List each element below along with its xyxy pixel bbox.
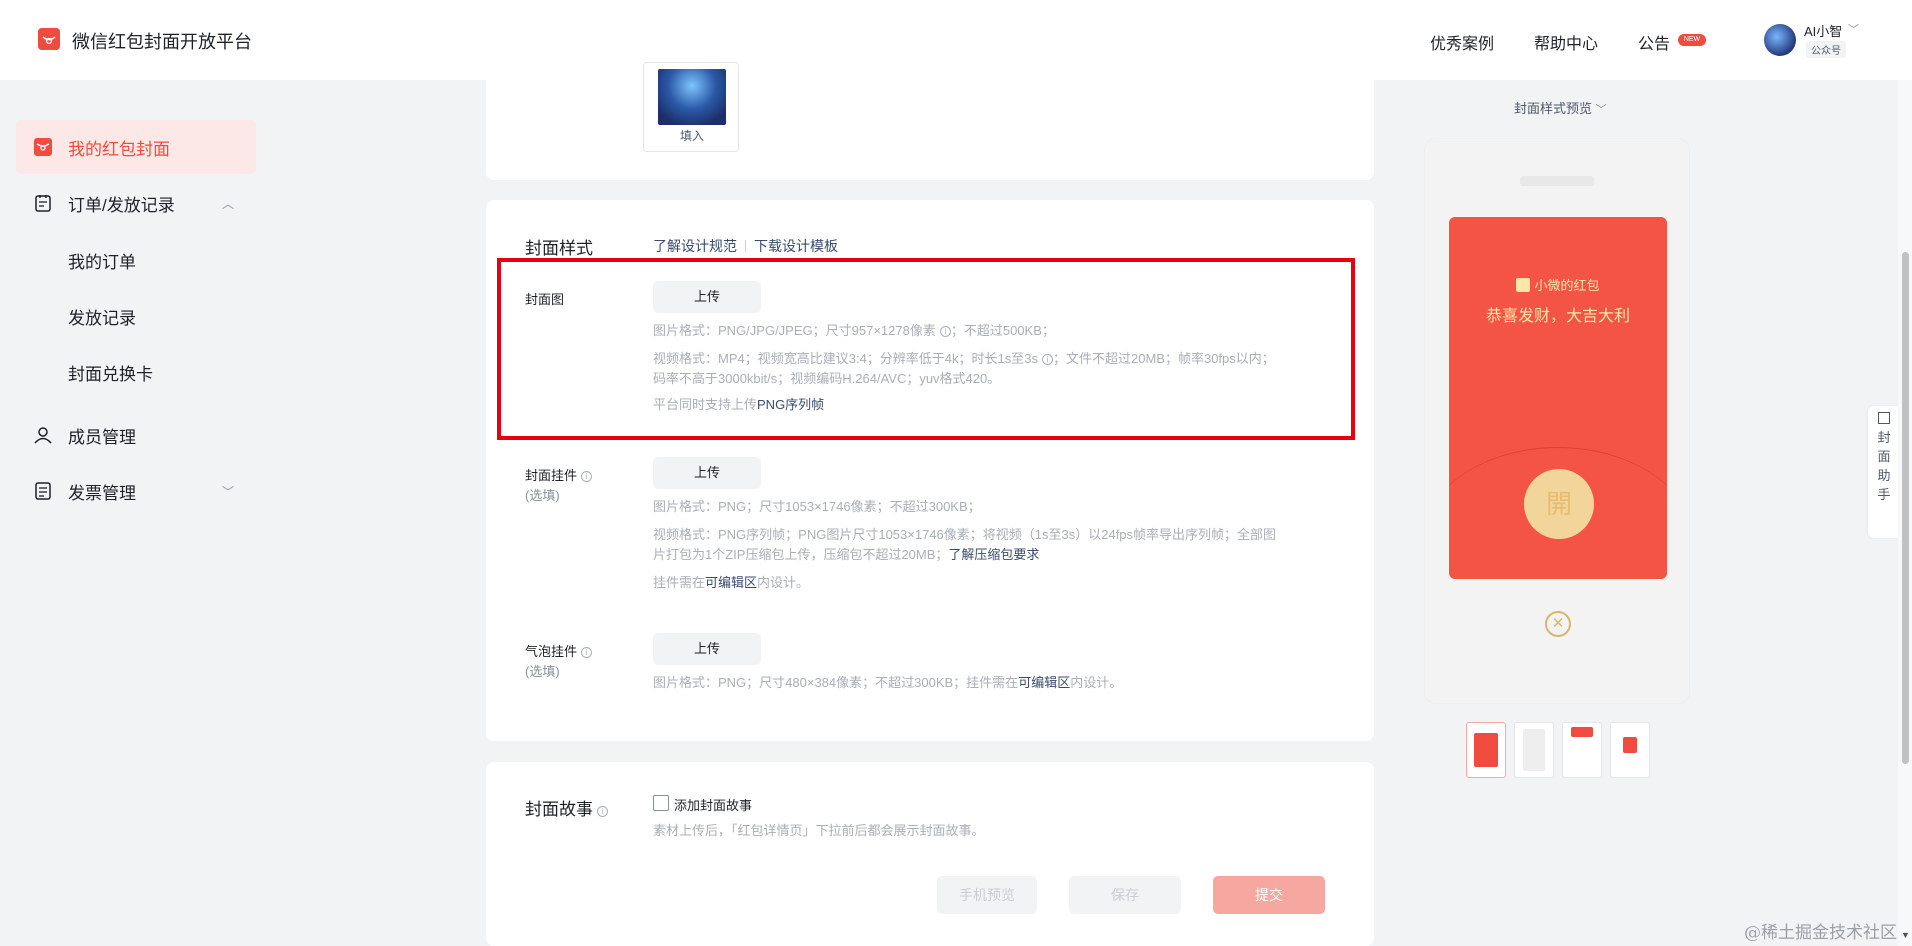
helper-char: 面 xyxy=(1877,449,1891,464)
platform-logo-icon[interactable] xyxy=(38,28,60,50)
pendant-label: 封面挂件 i xyxy=(525,465,593,484)
clipboard-icon xyxy=(32,192,54,214)
helper-char: 封 xyxy=(1877,430,1891,445)
cover-story-title: 封面故事 i xyxy=(525,795,608,820)
preview-style-thumb-bubble[interactable] xyxy=(1610,722,1650,778)
sidebar-item-label: 发票管理 xyxy=(68,483,136,503)
nav-announcements[interactable]: 公告 xyxy=(1638,30,1670,54)
thumb-envelope-shape xyxy=(1474,733,1498,767)
bubble-format-hint: 图片格式：PNG；尺寸480×384像素；不超过300KB；挂件需在可编辑区内设… xyxy=(653,673,1122,693)
thumb-detail-shape xyxy=(1571,727,1593,737)
bubble-upload-button[interactable]: 上传 xyxy=(653,633,761,665)
scroll-down-arrow-icon[interactable]: ▼ xyxy=(1901,930,1910,940)
phone-title-bar xyxy=(1520,176,1594,186)
bubble-label-text: 气泡挂件 xyxy=(525,644,578,659)
chevron-down-icon: ﹀ xyxy=(1595,104,1607,116)
cover-thumbnail-image xyxy=(658,69,726,125)
hint-text: 内设计。 xyxy=(1070,675,1123,690)
sender-name: 小微的红包 xyxy=(1534,278,1600,293)
info-icon[interactable]: i xyxy=(581,647,593,658)
qr-code-icon xyxy=(1878,412,1890,424)
scrollbar-thumb[interactable] xyxy=(1902,252,1909,764)
sidebar-item-members[interactable]: 成员管理 xyxy=(16,408,256,462)
sidebar-item-orders[interactable]: 订单/发放记录 ︿ xyxy=(16,176,256,230)
link-divider xyxy=(745,240,746,252)
add-cover-story-checkbox[interactable] xyxy=(653,795,669,811)
chevron-down-icon[interactable]: ﹀ xyxy=(222,483,234,500)
save-button[interactable]: 保存 xyxy=(1069,876,1181,914)
editable-area-link[interactable]: 可编辑区 xyxy=(705,575,757,590)
thumb-chat-shape xyxy=(1523,729,1545,771)
hint-text: 图片格式：PNG；尺寸480×384像素；不超过300KB；挂件需在 xyxy=(653,675,1019,690)
helper-char: 手 xyxy=(1877,487,1891,502)
watermark: @稀土掘金技术社区 xyxy=(1744,923,1897,943)
preview-style-thumb-chat[interactable] xyxy=(1514,722,1554,778)
preview-style-thumb-detail[interactable] xyxy=(1562,722,1602,778)
zip-requirements-link[interactable]: 了解压缩包要求 xyxy=(948,547,1039,562)
pendant-zip-hint: 片打包为1个ZIP压缩包上传，压缩包不超过20MB；了解压缩包要求 xyxy=(653,545,1039,565)
account-type-badge: 公众号 xyxy=(1806,41,1846,58)
submit-button[interactable]: 提交 xyxy=(1213,876,1325,914)
sidebar-item-label: 订单/发放记录 xyxy=(68,195,175,215)
hint-text: 挂件需在 xyxy=(653,575,706,590)
chevron-down-icon[interactable]: ﹀ xyxy=(1848,21,1859,37)
preview-style-thumb-cover[interactable] xyxy=(1466,722,1506,778)
envelope-greeting: 恭喜发财，大吉大利 xyxy=(1485,308,1630,325)
document-icon xyxy=(32,480,54,502)
download-template-link[interactable]: 下载设计模板 xyxy=(754,236,838,256)
info-icon[interactable]: i xyxy=(581,471,593,482)
cover-style-title: 封面样式 xyxy=(525,239,593,258)
phone-preview-button[interactable]: 手机预览 xyxy=(937,876,1037,914)
editable-area-link[interactable]: 可编辑区 xyxy=(1018,675,1070,690)
sidebar-item-redeem-card[interactable]: 封面兑换卡 xyxy=(68,360,153,385)
hint-text: 片打包为1个ZIP压缩包上传，压缩包不超过20MB； xyxy=(653,547,949,562)
helper-char: 助 xyxy=(1877,468,1891,483)
cover-story-card xyxy=(486,762,1374,946)
pendant-upload-button[interactable]: 上传 xyxy=(653,457,761,489)
chevron-up-icon[interactable]: ︿ xyxy=(222,195,234,212)
nav-help-center[interactable]: 帮助中心 xyxy=(1534,30,1598,54)
red-envelope-icon xyxy=(32,136,54,158)
bubble-pendant-label: 气泡挂件 i xyxy=(525,641,593,660)
user-name[interactable]: AI小智 xyxy=(1804,21,1842,40)
pendant-editable-area-hint: 挂件需在可编辑区内设计。 xyxy=(653,573,809,593)
user-avatar[interactable] xyxy=(1764,24,1796,56)
cover-assistant-tab[interactable]: 封 面 助 手 xyxy=(1868,406,1900,538)
sender-avatar-icon xyxy=(1516,278,1531,292)
cover-story-hint: 素材上传后，「红包详情页」下拉前后都会展示封面故事。 xyxy=(653,823,985,838)
fill-in-label: 填入 xyxy=(679,129,704,143)
sidebar-item-label: 成员管理 xyxy=(68,427,136,447)
design-spec-link[interactable]: 了解设计规范 xyxy=(653,236,737,256)
cover-info-card xyxy=(486,60,1374,180)
sidebar-item-label: 我的红包封面 xyxy=(68,139,170,159)
preview-title-text: 封面样式预览 xyxy=(1514,101,1593,116)
nav-excellent-cases[interactable]: 优秀案例 xyxy=(1430,30,1494,54)
preview-style-selector[interactable]: 封面样式预览 ﹀ xyxy=(1514,98,1607,117)
pendant-label-text: 封面挂件 xyxy=(525,468,578,483)
sidebar: 我的红包封面 订单/发放记录 ︿ 我的订单 发放记录 封面兑换卡 成员管理 发票… xyxy=(0,80,270,946)
bubble-optional-label: (选填) xyxy=(525,664,560,679)
thumb-bubble-shape xyxy=(1623,737,1637,753)
sidebar-item-my-covers[interactable]: 我的红包封面 xyxy=(16,120,256,174)
fill-in-thumbnail[interactable]: 填入 xyxy=(643,62,739,152)
open-envelope-button[interactable]: 開 xyxy=(1524,469,1594,539)
sidebar-item-invoices[interactable]: 发票管理 ﹀ xyxy=(16,464,256,518)
pendant-optional-label: (选填) xyxy=(525,488,560,503)
pendant-image-hint: 图片格式：PNG；尺寸1053×1746像素；不超过300KB； xyxy=(653,499,981,514)
user-icon xyxy=(32,424,54,446)
new-badge: NEW xyxy=(1678,34,1706,46)
sidebar-item-issue-records[interactable]: 发放记录 xyxy=(68,304,136,329)
close-icon[interactable]: ✕ xyxy=(1545,611,1571,637)
add-cover-story-label[interactable]: 添加封面故事 xyxy=(674,795,752,814)
sidebar-item-my-orders[interactable]: 我的订单 xyxy=(68,248,136,273)
pendant-video-hint: 视频格式：PNG序列帧；PNG图片尺寸1053×1746像素；将视频（1s至3s… xyxy=(653,527,1277,542)
envelope-sender: 小微的红包 xyxy=(1449,275,1667,294)
annotation-highlight-box xyxy=(497,258,1355,440)
info-icon[interactable]: i xyxy=(597,806,608,817)
platform-title[interactable]: 微信红包封面开放平台 xyxy=(72,28,252,54)
cover-story-title-text: 封面故事 xyxy=(525,800,593,819)
hint-text: 内设计。 xyxy=(757,575,810,590)
